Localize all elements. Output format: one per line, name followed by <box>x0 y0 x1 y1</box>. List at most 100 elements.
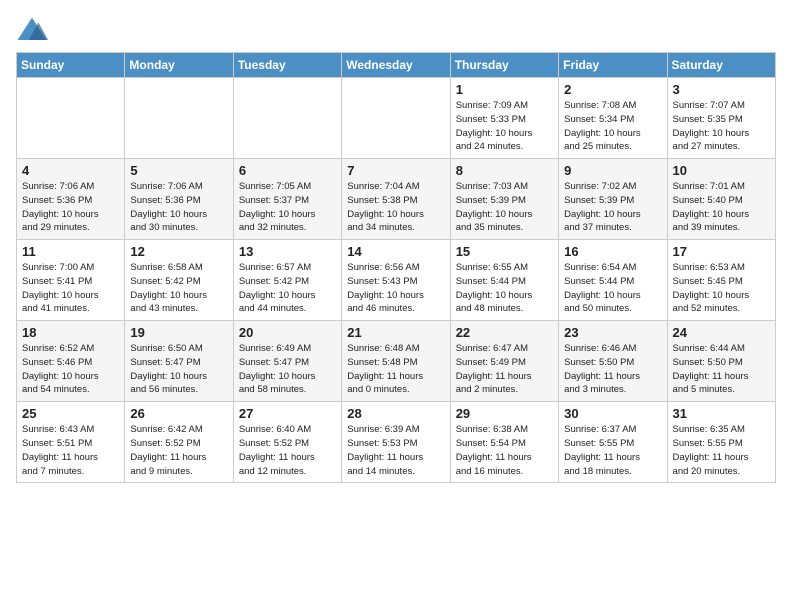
calendar-header-tuesday: Tuesday <box>233 53 341 78</box>
day-number: 16 <box>564 244 661 259</box>
day-info: Sunrise: 6:50 AM Sunset: 5:47 PM Dayligh… <box>130 342 227 397</box>
calendar-cell: 8 Sunrise: 7:03 AM Sunset: 5:39 PM Daylig… <box>450 159 558 240</box>
calendar-header-monday: Monday <box>125 53 233 78</box>
calendar-cell: 18 Sunrise: 6:52 AM Sunset: 5:46 PM Dayli… <box>17 321 125 402</box>
day-number: 31 <box>673 406 770 421</box>
day-number: 21 <box>347 325 444 340</box>
day-number: 9 <box>564 163 661 178</box>
calendar-cell: 10 Sunrise: 7:01 AM Sunset: 5:40 PM Dayli… <box>667 159 775 240</box>
day-info: Sunrise: 6:37 AM Sunset: 5:55 PM Dayligh… <box>564 423 661 478</box>
day-number: 20 <box>239 325 336 340</box>
day-number: 24 <box>673 325 770 340</box>
calendar-cell: 9 Sunrise: 7:02 AM Sunset: 5:39 PM Daylig… <box>559 159 667 240</box>
calendar-header-friday: Friday <box>559 53 667 78</box>
day-info: Sunrise: 6:53 AM Sunset: 5:45 PM Dayligh… <box>673 261 770 316</box>
calendar-week-row: 18 Sunrise: 6:52 AM Sunset: 5:46 PM Dayli… <box>17 321 776 402</box>
calendar-cell: 7 Sunrise: 7:04 AM Sunset: 5:38 PM Daylig… <box>342 159 450 240</box>
calendar-cell: 31 Sunrise: 6:35 AM Sunset: 5:55 PM Dayli… <box>667 402 775 483</box>
day-number: 12 <box>130 244 227 259</box>
day-number: 23 <box>564 325 661 340</box>
calendar-cell: 30 Sunrise: 6:37 AM Sunset: 5:55 PM Dayli… <box>559 402 667 483</box>
day-number: 26 <box>130 406 227 421</box>
day-number: 11 <box>22 244 119 259</box>
calendar-cell: 13Sunrise: 6:57 AM Sunset: 5:42 PM Dayli… <box>233 240 341 321</box>
calendar-week-row: 11 Sunrise: 7:00 AM Sunset: 5:41 PM Dayli… <box>17 240 776 321</box>
calendar-cell: 29 Sunrise: 6:38 AM Sunset: 5:54 PM Dayli… <box>450 402 558 483</box>
day-info: Sunrise: 6:38 AM Sunset: 5:54 PM Dayligh… <box>456 423 553 478</box>
day-info: Sunrise: 7:00 AM Sunset: 5:41 PM Dayligh… <box>22 261 119 316</box>
day-info: Sunrise: 7:08 AM Sunset: 5:34 PM Dayligh… <box>564 99 661 154</box>
day-number: 29 <box>456 406 553 421</box>
calendar-cell: 2 Sunrise: 7:08 AM Sunset: 5:34 PM Daylig… <box>559 78 667 159</box>
day-info: Sunrise: 7:09 AM Sunset: 5:33 PM Dayligh… <box>456 99 553 154</box>
calendar-cell: 21 Sunrise: 6:48 AM Sunset: 5:48 PM Dayli… <box>342 321 450 402</box>
day-info: Sunrise: 6:54 AM Sunset: 5:44 PM Dayligh… <box>564 261 661 316</box>
calendar-header-row: SundayMondayTuesdayWednesdayThursdayFrid… <box>17 53 776 78</box>
day-info: Sunrise: 6:47 AM Sunset: 5:49 PM Dayligh… <box>456 342 553 397</box>
day-info: Sunrise: 6:52 AM Sunset: 5:46 PM Dayligh… <box>22 342 119 397</box>
calendar-header-wednesday: Wednesday <box>342 53 450 78</box>
calendar-cell <box>342 78 450 159</box>
day-info: Sunrise: 6:57 AM Sunset: 5:42 PM Dayligh… <box>239 261 336 316</box>
day-info: Sunrise: 7:07 AM Sunset: 5:35 PM Dayligh… <box>673 99 770 154</box>
day-number: 28 <box>347 406 444 421</box>
day-info: Sunrise: 6:43 AM Sunset: 5:51 PM Dayligh… <box>22 423 119 478</box>
calendar-cell: 20 Sunrise: 6:49 AM Sunset: 5:47 PM Dayli… <box>233 321 341 402</box>
day-number: 15 <box>456 244 553 259</box>
day-info: Sunrise: 7:06 AM Sunset: 5:36 PM Dayligh… <box>130 180 227 235</box>
day-info: Sunrise: 6:39 AM Sunset: 5:53 PM Dayligh… <box>347 423 444 478</box>
calendar-cell: 4Sunrise: 7:06 AM Sunset: 5:36 PM Daylig… <box>17 159 125 240</box>
calendar-cell <box>125 78 233 159</box>
calendar-cell: 11 Sunrise: 7:00 AM Sunset: 5:41 PM Dayli… <box>17 240 125 321</box>
day-number: 1 <box>456 82 553 97</box>
day-number: 10 <box>673 163 770 178</box>
day-info: Sunrise: 6:58 AM Sunset: 5:42 PM Dayligh… <box>130 261 227 316</box>
calendar-cell: 26 Sunrise: 6:42 AM Sunset: 5:52 PM Dayli… <box>125 402 233 483</box>
calendar-cell: 15 Sunrise: 6:55 AM Sunset: 5:44 PM Dayli… <box>450 240 558 321</box>
calendar-header-thursday: Thursday <box>450 53 558 78</box>
calendar-cell: 6 Sunrise: 7:05 AM Sunset: 5:37 PM Daylig… <box>233 159 341 240</box>
day-number: 7 <box>347 163 444 178</box>
calendar-cell: 25 Sunrise: 6:43 AM Sunset: 5:51 PM Dayli… <box>17 402 125 483</box>
day-number: 3 <box>673 82 770 97</box>
day-info: Sunrise: 6:44 AM Sunset: 5:50 PM Dayligh… <box>673 342 770 397</box>
day-number: 25 <box>22 406 119 421</box>
day-number: 6 <box>239 163 336 178</box>
calendar-cell <box>17 78 125 159</box>
day-number: 14 <box>347 244 444 259</box>
day-info: Sunrise: 7:03 AM Sunset: 5:39 PM Dayligh… <box>456 180 553 235</box>
day-number: 30 <box>564 406 661 421</box>
calendar-cell: 19Sunrise: 6:50 AM Sunset: 5:47 PM Dayli… <box>125 321 233 402</box>
day-info: Sunrise: 6:49 AM Sunset: 5:47 PM Dayligh… <box>239 342 336 397</box>
calendar-cell: 27 Sunrise: 6:40 AM Sunset: 5:52 PM Dayli… <box>233 402 341 483</box>
calendar-header-saturday: Saturday <box>667 53 775 78</box>
calendar-week-row: 1 Sunrise: 7:09 AM Sunset: 5:33 PM Daylig… <box>17 78 776 159</box>
logo-icon <box>16 16 48 44</box>
day-number: 18 <box>22 325 119 340</box>
calendar-week-row: 25 Sunrise: 6:43 AM Sunset: 5:51 PM Dayli… <box>17 402 776 483</box>
day-number: 2 <box>564 82 661 97</box>
day-number: 22 <box>456 325 553 340</box>
day-number: 27 <box>239 406 336 421</box>
day-info: Sunrise: 7:02 AM Sunset: 5:39 PM Dayligh… <box>564 180 661 235</box>
day-info: Sunrise: 6:40 AM Sunset: 5:52 PM Dayligh… <box>239 423 336 478</box>
day-info: Sunrise: 7:01 AM Sunset: 5:40 PM Dayligh… <box>673 180 770 235</box>
calendar-cell: 3 Sunrise: 7:07 AM Sunset: 5:35 PM Daylig… <box>667 78 775 159</box>
day-info: Sunrise: 6:35 AM Sunset: 5:55 PM Dayligh… <box>673 423 770 478</box>
calendar-cell: 22 Sunrise: 6:47 AM Sunset: 5:49 PM Dayli… <box>450 321 558 402</box>
calendar-cell: 5Sunrise: 7:06 AM Sunset: 5:36 PM Daylig… <box>125 159 233 240</box>
day-info: Sunrise: 6:42 AM Sunset: 5:52 PM Dayligh… <box>130 423 227 478</box>
logo <box>16 16 52 44</box>
day-number: 4 <box>22 163 119 178</box>
calendar-cell: 1 Sunrise: 7:09 AM Sunset: 5:33 PM Daylig… <box>450 78 558 159</box>
calendar-cell: 23 Sunrise: 6:46 AM Sunset: 5:50 PM Dayli… <box>559 321 667 402</box>
calendar-cell: 16 Sunrise: 6:54 AM Sunset: 5:44 PM Dayli… <box>559 240 667 321</box>
calendar-header-sunday: Sunday <box>17 53 125 78</box>
day-info: Sunrise: 6:48 AM Sunset: 5:48 PM Dayligh… <box>347 342 444 397</box>
day-info: Sunrise: 6:55 AM Sunset: 5:44 PM Dayligh… <box>456 261 553 316</box>
day-info: Sunrise: 7:05 AM Sunset: 5:37 PM Dayligh… <box>239 180 336 235</box>
day-number: 8 <box>456 163 553 178</box>
calendar-cell <box>233 78 341 159</box>
day-info: Sunrise: 6:46 AM Sunset: 5:50 PM Dayligh… <box>564 342 661 397</box>
day-info: Sunrise: 7:04 AM Sunset: 5:38 PM Dayligh… <box>347 180 444 235</box>
